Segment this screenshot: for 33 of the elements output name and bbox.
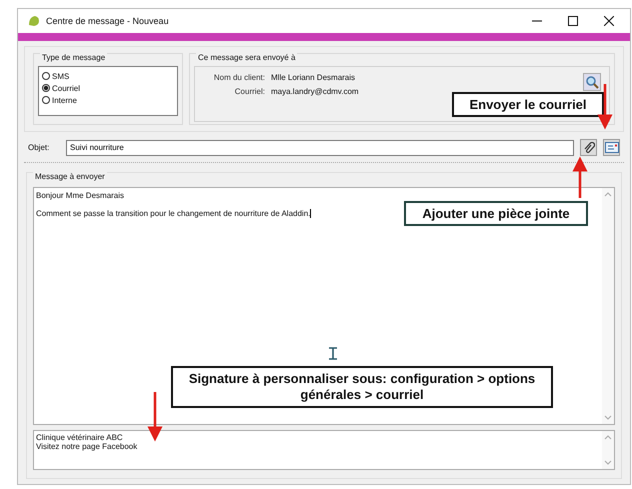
field-label: Nom du client: [212,72,265,82]
radio-label[interactable]: SMS [52,72,70,80]
subject-label: Objet: [28,143,50,152]
email-address: maya.landry@cdmv.com [271,86,359,96]
app-icon [28,15,40,27]
signature-line: Clinique vétérinaire ABC [36,433,124,442]
text-cursor-icon [328,347,338,360]
callout: Signature à personnaliser sous: configuration > options générales > courriel [171,366,553,408]
group-label: Message à envoyer [33,172,107,181]
radio-label[interactable]: Courriel [52,84,80,92]
radio-button[interactable] [42,84,50,92]
signature-line: Visitez notre page Facebook [36,442,138,451]
callout: Ajouter une pièce jointe [404,201,588,226]
callout: Envoyer le courriel [452,92,604,117]
search-button[interactable] [583,73,601,91]
arrow [148,392,162,442]
group-label: Type de message [40,53,108,62]
close-icon[interactable] [604,16,614,26]
radio-button[interactable] [42,72,50,80]
arrow [598,84,612,130]
signature-box[interactable]: Clinique vétérinaire ABC Visitez notre page Facebook [33,430,615,470]
send-email-button[interactable] [603,139,620,156]
subject-field[interactable]: Suivi nourriture [66,140,574,156]
field-label: Courriel: [234,86,265,96]
client-name: Mlle Loriann Desmarais [271,72,356,82]
arrow [572,156,588,198]
group-label: Ce message sera envoyé à [196,53,298,62]
message-paragraph: Bonjour Mme Desmarais [36,191,126,200]
radio-label[interactable]: Interne [52,96,77,104]
attach-button[interactable] [580,139,597,156]
maximize-icon[interactable] [568,16,578,26]
window-title: Centre de message - Nouveau [46,16,169,26]
radio-button[interactable] [42,96,50,104]
